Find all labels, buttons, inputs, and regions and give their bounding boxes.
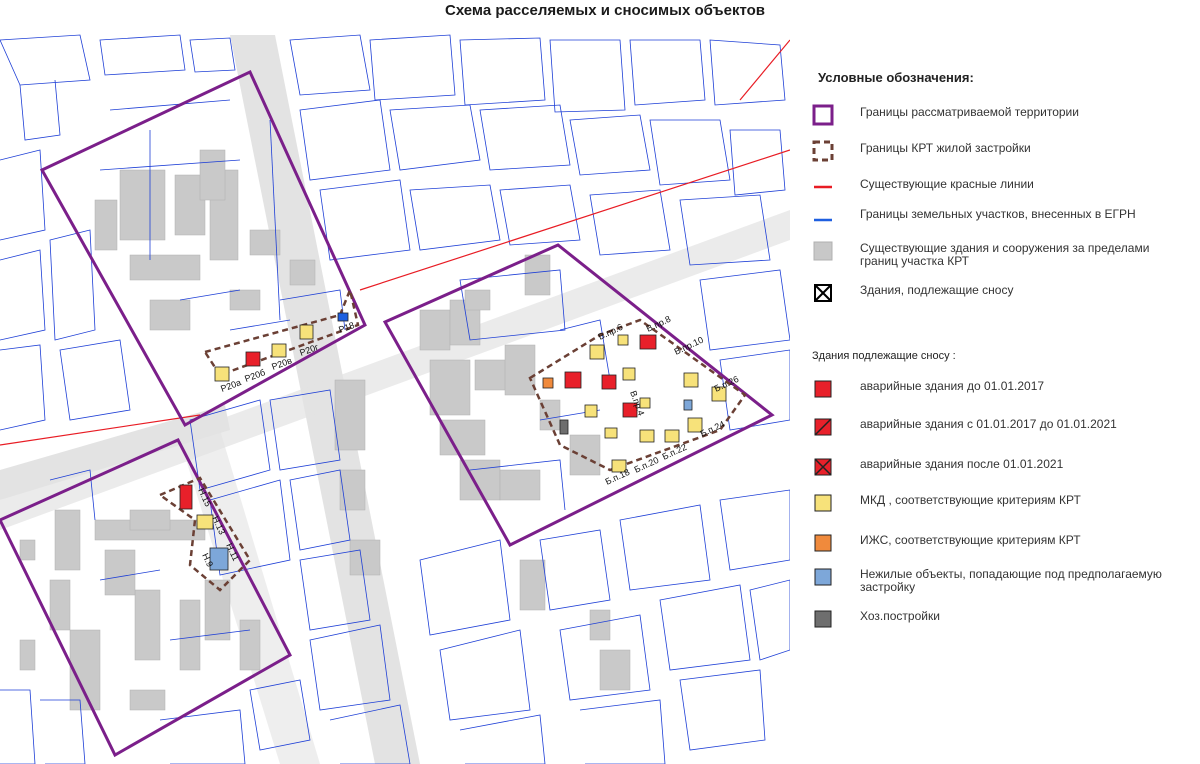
legend-label: Хоз.постройки bbox=[860, 609, 940, 623]
crossed-square-icon bbox=[814, 284, 832, 302]
legend-item-territory-boundary: Границы рассматриваемой территории bbox=[812, 104, 1200, 138]
legend-item-krt-boundary: Границы КРТ жилой застройки bbox=[812, 140, 1200, 174]
legend-item-land-parcels: Границы земельных участков, внесенных в … bbox=[812, 206, 1200, 240]
red-crossed-square-icon bbox=[814, 458, 832, 476]
legend-item-emergency-before-2017: аварийные здания до 01.01.2017 bbox=[812, 378, 1200, 412]
legend-item-existing-buildings: Существующие здания и сооружения за пред… bbox=[812, 240, 1200, 274]
label-r20v: Р20в bbox=[270, 355, 293, 372]
legend-item-demolition: Здания, подлежащие сносу bbox=[812, 282, 1200, 316]
legend-label: аварийные здания после 01.01.2021 bbox=[860, 457, 1064, 471]
legend-item-emergency-2017-2021: аварийные здания с 01.01.2017 до 01.01.2… bbox=[812, 416, 1200, 450]
red-diagonal-square-icon bbox=[814, 418, 832, 436]
label-bp24: Б.п.24 bbox=[699, 419, 727, 439]
legend: Условные обозначения: Границы рассматрив… bbox=[800, 60, 1200, 700]
legend-label: аварийные здания с 01.01.2017 до 01.01.2… bbox=[860, 417, 1117, 431]
label-bp26: Б.п.26 bbox=[713, 374, 741, 394]
legend-item-nonresidential: Нежилые объекты, попадающие под предпола… bbox=[812, 566, 1200, 600]
roads bbox=[0, 35, 790, 764]
legend-label: Нежилые объекты, попадающие под предпола… bbox=[860, 567, 1162, 594]
orange-square-icon bbox=[814, 534, 832, 552]
legend-item-izhs: ИЖС, соответствующие критериям КРТ bbox=[812, 532, 1200, 566]
legend-item-red-lines: Существующие красные линии bbox=[812, 176, 1200, 210]
legend-label: Границы КРТ жилой застройки bbox=[860, 141, 1031, 155]
red-square-icon bbox=[814, 380, 832, 398]
legend-item-mkd: МКД , соответствующие критериям КРТ bbox=[812, 492, 1200, 526]
legend-label: МКД , соответствующие критериям КРТ bbox=[860, 493, 1081, 507]
legend-label: Границы земельных участков, внесенных в … bbox=[860, 207, 1136, 221]
brown-dashed-square-icon bbox=[812, 140, 834, 162]
legend-subheading: Здания подлежащие сносу : bbox=[812, 350, 956, 362]
blue-line-icon bbox=[814, 218, 832, 222]
yellow-square-icon bbox=[814, 494, 832, 512]
dark-grey-square-icon bbox=[814, 610, 832, 628]
legend-label: Существующие здания и сооружения за пред… bbox=[860, 241, 1150, 268]
legend-label: Здания, подлежащие сносу bbox=[860, 283, 1014, 297]
legend-heading: Условные обозначения: bbox=[818, 70, 974, 85]
legend-item-outbuildings: Хоз.постройки bbox=[812, 608, 1200, 642]
legend-label: Существующие красные линии bbox=[860, 177, 1034, 191]
purple-square-outline-icon bbox=[812, 104, 834, 126]
legend-label: ИЖС, соответствующие критериям КРТ bbox=[860, 533, 1081, 547]
legend-label: аварийные здания до 01.01.2017 bbox=[860, 379, 1045, 393]
cadastral-map[interactable]: Р20а Р20б Р20в Р20г Р18 В.пр.8 В.пр.10 Б… bbox=[0, 0, 790, 764]
red-line-icon bbox=[814, 185, 832, 189]
legend-label: Границы рассматриваемой территории bbox=[860, 105, 1079, 119]
grey-square-icon bbox=[813, 241, 833, 261]
blue-square-icon bbox=[814, 568, 832, 586]
legend-item-emergency-after-2021: аварийные здания после 01.01.2021 bbox=[812, 456, 1200, 490]
